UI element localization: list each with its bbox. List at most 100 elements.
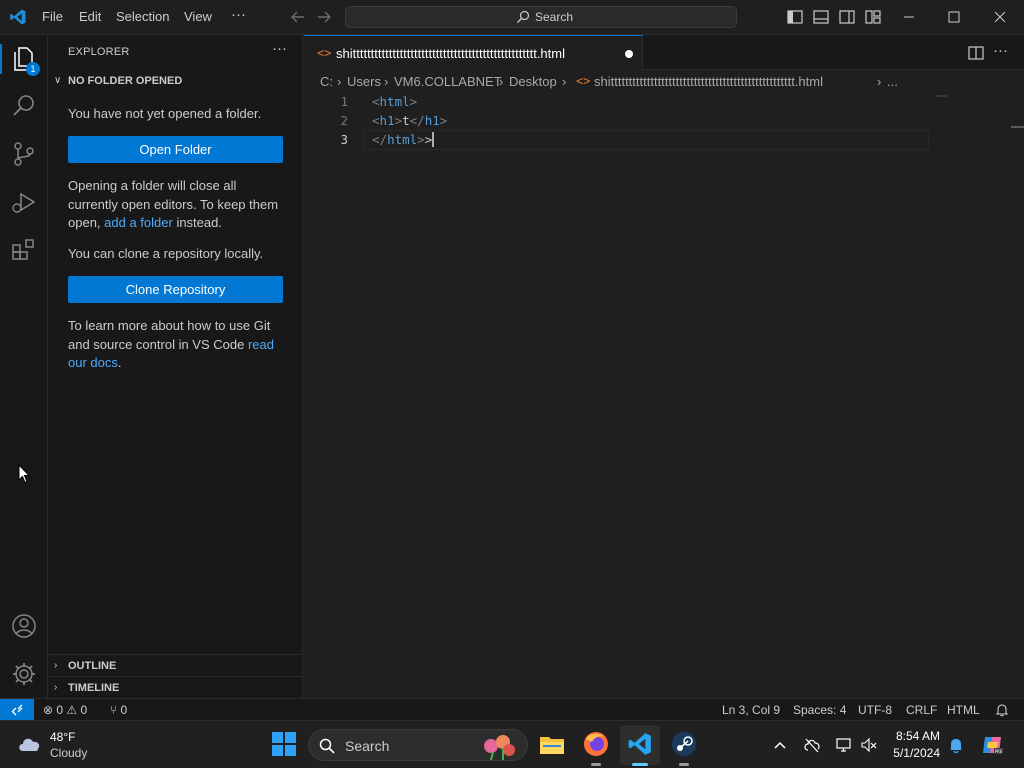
chevron-right-icon[interactable]: › [54, 660, 57, 671]
minimize-icon[interactable] [900, 8, 918, 26]
breadcrumb-separator: › [337, 74, 342, 89]
timeline-section-header[interactable]: TIMELINE [68, 682, 119, 694]
file-explorer-icon[interactable] [539, 731, 565, 757]
menu-selection[interactable]: Selection [116, 9, 169, 24]
arrow-right-icon[interactable] [315, 8, 333, 26]
no-folder-message: You have not yet opened a folder. [68, 106, 262, 121]
menu-file[interactable]: File [42, 9, 63, 24]
breadcrumb-item[interactable]: VM6.COLLABNET [394, 74, 502, 89]
editor-more-actions[interactable]: ··· [993, 42, 1008, 59]
outline-section-header[interactable]: OUTLINE [68, 660, 116, 672]
tab-filename: shittttttttttttttttttttttttttttttttttttt… [336, 46, 565, 61]
volume-muted-icon[interactable] [860, 736, 878, 754]
breadcrumb-separator: › [562, 74, 567, 89]
extensions-icon[interactable] [10, 236, 38, 264]
ports-status[interactable]: ⑂ 0 [110, 703, 127, 717]
chevron-right-icon[interactable]: › [54, 682, 57, 693]
toggle-secondary-sidebar-icon[interactable] [838, 8, 856, 26]
weather-description[interactable]: Cloudy [50, 746, 87, 760]
tag-name: html [387, 132, 418, 147]
windows-taskbar: 48°F Cloudy Search 8:54 AM 5/1/2024 PRE [0, 720, 1024, 768]
cloud-offline-icon[interactable] [803, 736, 821, 754]
clock-time[interactable]: 8:54 AM [880, 729, 940, 743]
indentation-status[interactable]: Spaces: 4 [793, 703, 846, 717]
breadcrumb-item[interactable]: shittttttttttttttttttttttttttttttttttttt… [594, 74, 823, 89]
breadcrumb-item[interactable]: ... [887, 74, 898, 89]
add-folder-link[interactable]: add a folder [104, 215, 173, 230]
toggle-panel-icon[interactable] [812, 8, 830, 26]
notifications-bell-icon[interactable] [995, 703, 1009, 717]
chevron-down-icon[interactable]: ∨ [54, 75, 61, 86]
remote-indicator[interactable] [0, 699, 34, 721]
code-line[interactable]: <h1>t</h1> [372, 113, 447, 128]
text-content: t [402, 113, 410, 128]
code-line[interactable]: <html> [372, 94, 417, 109]
cloudy-weather-icon[interactable] [16, 732, 44, 754]
unsaved-dot-icon[interactable] [625, 50, 633, 58]
breadcrumb-separator: › [499, 74, 504, 89]
settings-gear-icon[interactable] [10, 660, 38, 688]
maximize-icon[interactable] [945, 8, 963, 26]
flowers-icon [484, 735, 515, 760]
arrow-left-icon[interactable] [289, 8, 307, 26]
bracket: < [372, 94, 380, 109]
network-monitor-icon[interactable] [835, 736, 853, 754]
copilot-icon[interactable]: PRE [980, 733, 1004, 757]
bracket: </ [409, 113, 425, 128]
weather-temperature[interactable]: 48°F [50, 730, 75, 744]
vscode-taskbar-icon[interactable] [627, 731, 653, 757]
minimap[interactable] [937, 95, 947, 97]
code-line[interactable]: </html>> [372, 132, 435, 147]
firefox-icon[interactable] [583, 731, 609, 757]
title-bar: File Edit Selection View ··· Search [0, 0, 1024, 35]
toggle-primary-sidebar-icon[interactable] [786, 8, 804, 26]
text-cursor [432, 132, 435, 147]
menu-edit[interactable]: Edit [79, 9, 101, 24]
encoding-status[interactable]: UTF-8 [858, 703, 892, 717]
notification-bell-icon[interactable] [948, 736, 964, 754]
menu-view[interactable]: View [184, 9, 212, 24]
taskbar-search[interactable]: Search [308, 729, 528, 761]
current-line-highlight [364, 130, 929, 150]
accounts-icon[interactable] [10, 612, 38, 640]
editor-tab-active[interactable]: <> shitttttttttttttttttttttttttttttttttt… [304, 35, 643, 70]
close-icon[interactable] [991, 8, 1009, 26]
errors-status[interactable]: ⊗ 0 ⚠ 0 [43, 703, 87, 717]
command-center-search[interactable]: Search [345, 6, 737, 28]
bracket: > [439, 113, 448, 128]
customize-layout-icon[interactable] [864, 8, 882, 26]
divider [48, 654, 303, 655]
no-folder-section-header[interactable]: NO FOLDER OPENED [68, 75, 182, 87]
breadcrumb-item[interactable]: C: [320, 74, 333, 89]
open-folder-button[interactable]: Open Folder [68, 136, 283, 163]
bracket: > [394, 113, 403, 128]
windows-start-icon[interactable] [271, 731, 297, 757]
steam-icon[interactable] [671, 731, 697, 757]
clock-date[interactable]: 5/1/2024 [880, 746, 940, 760]
html-file-icon: <> [576, 74, 591, 88]
explorer-sidebar: EXPLORER ··· ∨ NO FOLDER OPENED You have… [48, 35, 303, 698]
run-debug-icon[interactable] [10, 188, 38, 216]
error-count: 0 [56, 703, 64, 717]
split-editor-icon[interactable] [967, 44, 985, 62]
breadcrumb: C: › Users › VM6.COLLABNET › Desktop › <… [304, 70, 1024, 92]
clone-repository-button[interactable]: Clone Repository [68, 276, 283, 303]
breadcrumb-item[interactable]: Users [347, 74, 381, 89]
running-indicator [679, 763, 689, 766]
language-mode[interactable]: HTML [947, 703, 980, 717]
breadcrumb-separator: › [384, 74, 389, 89]
chevron-up-icon[interactable] [772, 737, 788, 753]
ports-count: 0 [120, 703, 128, 717]
sidebar-more-actions[interactable]: ··· [272, 40, 287, 57]
cursor-position[interactable]: Ln 3, Col 9 [722, 703, 780, 717]
breadcrumb-item[interactable]: Desktop [509, 74, 557, 89]
vscode-logo-icon [10, 9, 26, 25]
active-indicator [632, 763, 648, 766]
search-icon[interactable] [10, 92, 38, 120]
learn-end: . [117, 355, 122, 370]
menu-more[interactable]: ··· [231, 6, 246, 23]
code-editor[interactable]: 1 <html> 2 <h1>t</h1> 3 </html>> [304, 92, 1024, 698]
source-control-icon[interactable] [10, 140, 38, 168]
eol-status[interactable]: CRLF [906, 703, 937, 717]
scrollbar-marker[interactable] [1011, 126, 1024, 128]
